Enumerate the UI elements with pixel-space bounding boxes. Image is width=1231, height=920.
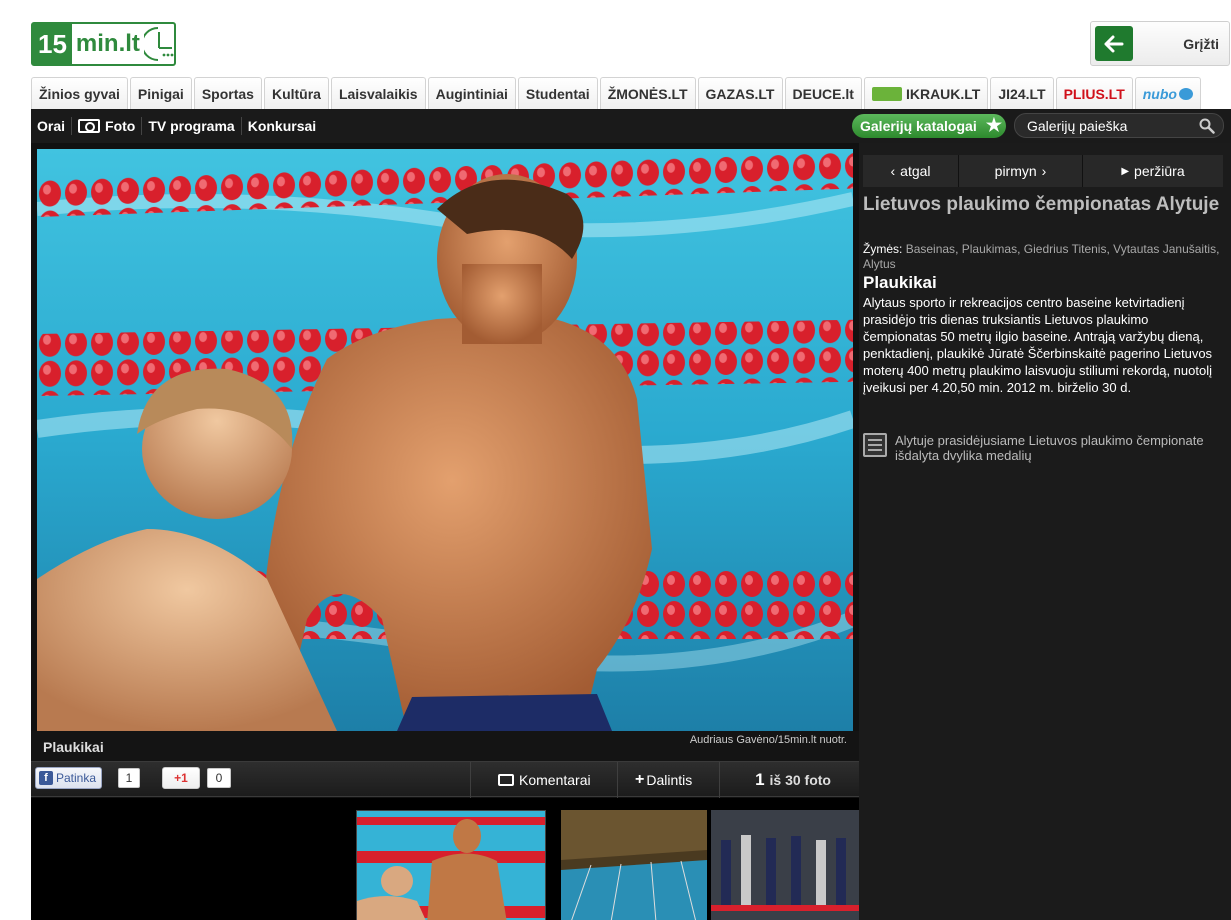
tag-link[interactable]: Giedrius Titenis [1024, 242, 1107, 256]
tab-deuce[interactable]: DEUCE.lt [784, 77, 862, 109]
like-label: Patinka [56, 771, 97, 785]
photo-caption: Plaukikai [43, 739, 104, 755]
back-label: Grįžti [1183, 35, 1219, 52]
google-plus-button[interactable]: +1 [162, 767, 200, 789]
clock-icon [140, 24, 174, 64]
gallery-search [1014, 113, 1224, 138]
gallery-catalog-label: Galerijų katalogai [860, 118, 977, 134]
play-icon: ▶ [1121, 165, 1130, 177]
arrow-left-icon [1095, 26, 1133, 61]
comment-icon [498, 774, 514, 786]
photo-counter-text: iš 30 foto [769, 772, 831, 788]
view-label: peržiūra [1134, 163, 1185, 179]
tab-augintiniai[interactable]: Augintiniai [427, 77, 516, 109]
tab-ikrauk[interactable]: IKRAUK.LT [863, 77, 989, 109]
photo-counter: 1 iš 30 foto [755, 762, 831, 798]
back-button[interactable]: Grįžti [1090, 21, 1230, 66]
gallery-description: Alytaus sporto ir rekreacijos centro bas… [863, 295, 1213, 395]
next-button[interactable]: pirmyn › [959, 155, 1083, 187]
related-article-link[interactable]: Alytuje prasidėjusiame Lietuvos plaukimo… [863, 433, 1223, 463]
prev-label: atgal [900, 163, 931, 179]
like-count: 1 [118, 768, 140, 788]
logo-text: min.lt [75, 30, 140, 57]
chevron-left-icon: ‹ [890, 163, 896, 179]
logo-box: 15 min.lt [31, 22, 176, 66]
nav-foto-label: Foto [105, 118, 136, 134]
thumbnail-2[interactable] [561, 810, 707, 920]
tag-link[interactable]: Baseinas [906, 242, 955, 256]
tags-label: Žymės: [863, 242, 903, 256]
nav-orai[interactable]: Orai [31, 117, 73, 135]
gallery-nav-bar: Orai Foto TV programa Konkursai Galerijų… [31, 109, 1231, 143]
thumbnail-strip [31, 798, 859, 920]
gallery-photo[interactable] [37, 149, 853, 731]
share-label: Dalintis [646, 772, 693, 788]
swimmers-photo [37, 149, 853, 731]
gallery-catalog-button[interactable]: Galerijų katalogai ★ [852, 114, 1006, 138]
tag-link[interactable]: Vytautas Janušaitis [1113, 242, 1216, 256]
nav-foto[interactable]: Foto [72, 117, 143, 135]
article-icon [863, 433, 887, 457]
gallery-info-panel: ‹ atgal pirmyn › ▶ peržiūra Lietuvos pla… [859, 143, 1231, 920]
tab-ikrauk-label: IKRAUK.LT [905, 85, 981, 102]
chevron-right-icon: › [1041, 163, 1047, 179]
nav-konkursai[interactable]: Konkursai [242, 117, 322, 135]
gplus-label: +1 [174, 771, 188, 785]
gallery-main: Plaukikai Audriaus Gavėno/15min.lt nuotr… [31, 143, 859, 920]
star-icon: ★ [985, 115, 1002, 135]
tab-kultura[interactable]: Kultūra [263, 77, 329, 109]
tab-zmones[interactable]: ŽMONĖS.LT [599, 77, 696, 109]
tab-plius[interactable]: PLIUS.LT [1055, 77, 1133, 109]
gallery-search-input[interactable] [1027, 117, 1187, 134]
tab-pinigai[interactable]: Pinigai [129, 77, 192, 109]
tab-ji24[interactable]: JI24.LT [990, 77, 1054, 109]
nav-links: Orai Foto TV programa Konkursai [31, 109, 322, 143]
divider [719, 762, 720, 798]
facebook-like-button[interactable]: f Patinka [35, 767, 103, 789]
tag-link[interactable]: Plaukimas [962, 242, 1017, 256]
gallery-title: Lietuvos plaukimo čempionatas Alytuje [863, 194, 1220, 215]
thumbnail-3[interactable] [711, 810, 859, 920]
facebook-icon: f [39, 771, 53, 785]
logo-number: 15 [33, 24, 72, 64]
site-logo[interactable]: 15 min.lt [31, 21, 179, 67]
tab-sportas[interactable]: Sportas [193, 77, 262, 109]
thumbnail-1[interactable] [356, 810, 546, 920]
next-label: pirmyn [994, 163, 1037, 179]
divider [617, 762, 618, 798]
comments-button[interactable]: Komentarai [498, 762, 591, 798]
photo-title: Plaukikai [863, 273, 937, 292]
gallery-tags: Žymės: Baseinas, Plaukimas, Giedrius Tit… [863, 242, 1220, 271]
tab-nubo[interactable]: nubo [1134, 77, 1201, 109]
gallery-pager: ‹ atgal pirmyn › ▶ peržiūra [863, 155, 1223, 187]
camera-icon [78, 119, 101, 133]
tab-studentai[interactable]: Studentai [517, 77, 598, 109]
tab-laisvalaikis[interactable]: Laisvalaikis [330, 77, 426, 109]
gplus-count: 0 [207, 768, 231, 788]
thumbnail-image [711, 810, 859, 920]
tag-link[interactable]: Alytus [863, 257, 896, 271]
section-tabs: Žinios gyvai Pinigai Sportas Kultūra Lai… [31, 77, 1201, 109]
tv-icon [1178, 87, 1193, 100]
thumbnail-image [357, 811, 545, 920]
view-button[interactable]: ▶ peržiūra [1083, 155, 1223, 187]
plus-icon: + [635, 771, 645, 788]
photo-caption-bar: Plaukikai Audriaus Gavėno/15min.lt nuotr… [31, 731, 859, 761]
related-article-text: Alytuje prasidėjusiame Lietuvos plaukimo… [895, 433, 1204, 463]
social-bar: f Patinka 1 +1 0 Komentarai + Dalintis 1… [31, 761, 859, 798]
tab-nubo-label: nubo [1142, 85, 1177, 102]
battery-icon [871, 86, 902, 101]
search-icon[interactable] [1199, 118, 1215, 134]
page: { "header": { "logo_number": "15", "logo… [0, 0, 1231, 920]
divider [470, 762, 471, 798]
photo-counter-current: 1 [755, 770, 765, 789]
share-button[interactable]: + Dalintis [635, 762, 692, 798]
thumbnail-image [561, 810, 707, 920]
tab-zinios-gyvai[interactable]: Žinios gyvai [31, 77, 128, 109]
nav-tv-programa[interactable]: TV programa [142, 117, 242, 135]
photo-credit: Audriaus Gavėno/15min.lt nuotr. [689, 734, 847, 746]
comments-label: Komentarai [519, 772, 591, 788]
prev-button[interactable]: ‹ atgal [863, 155, 959, 187]
tab-gazas[interactable]: GAZAS.LT [697, 77, 783, 109]
